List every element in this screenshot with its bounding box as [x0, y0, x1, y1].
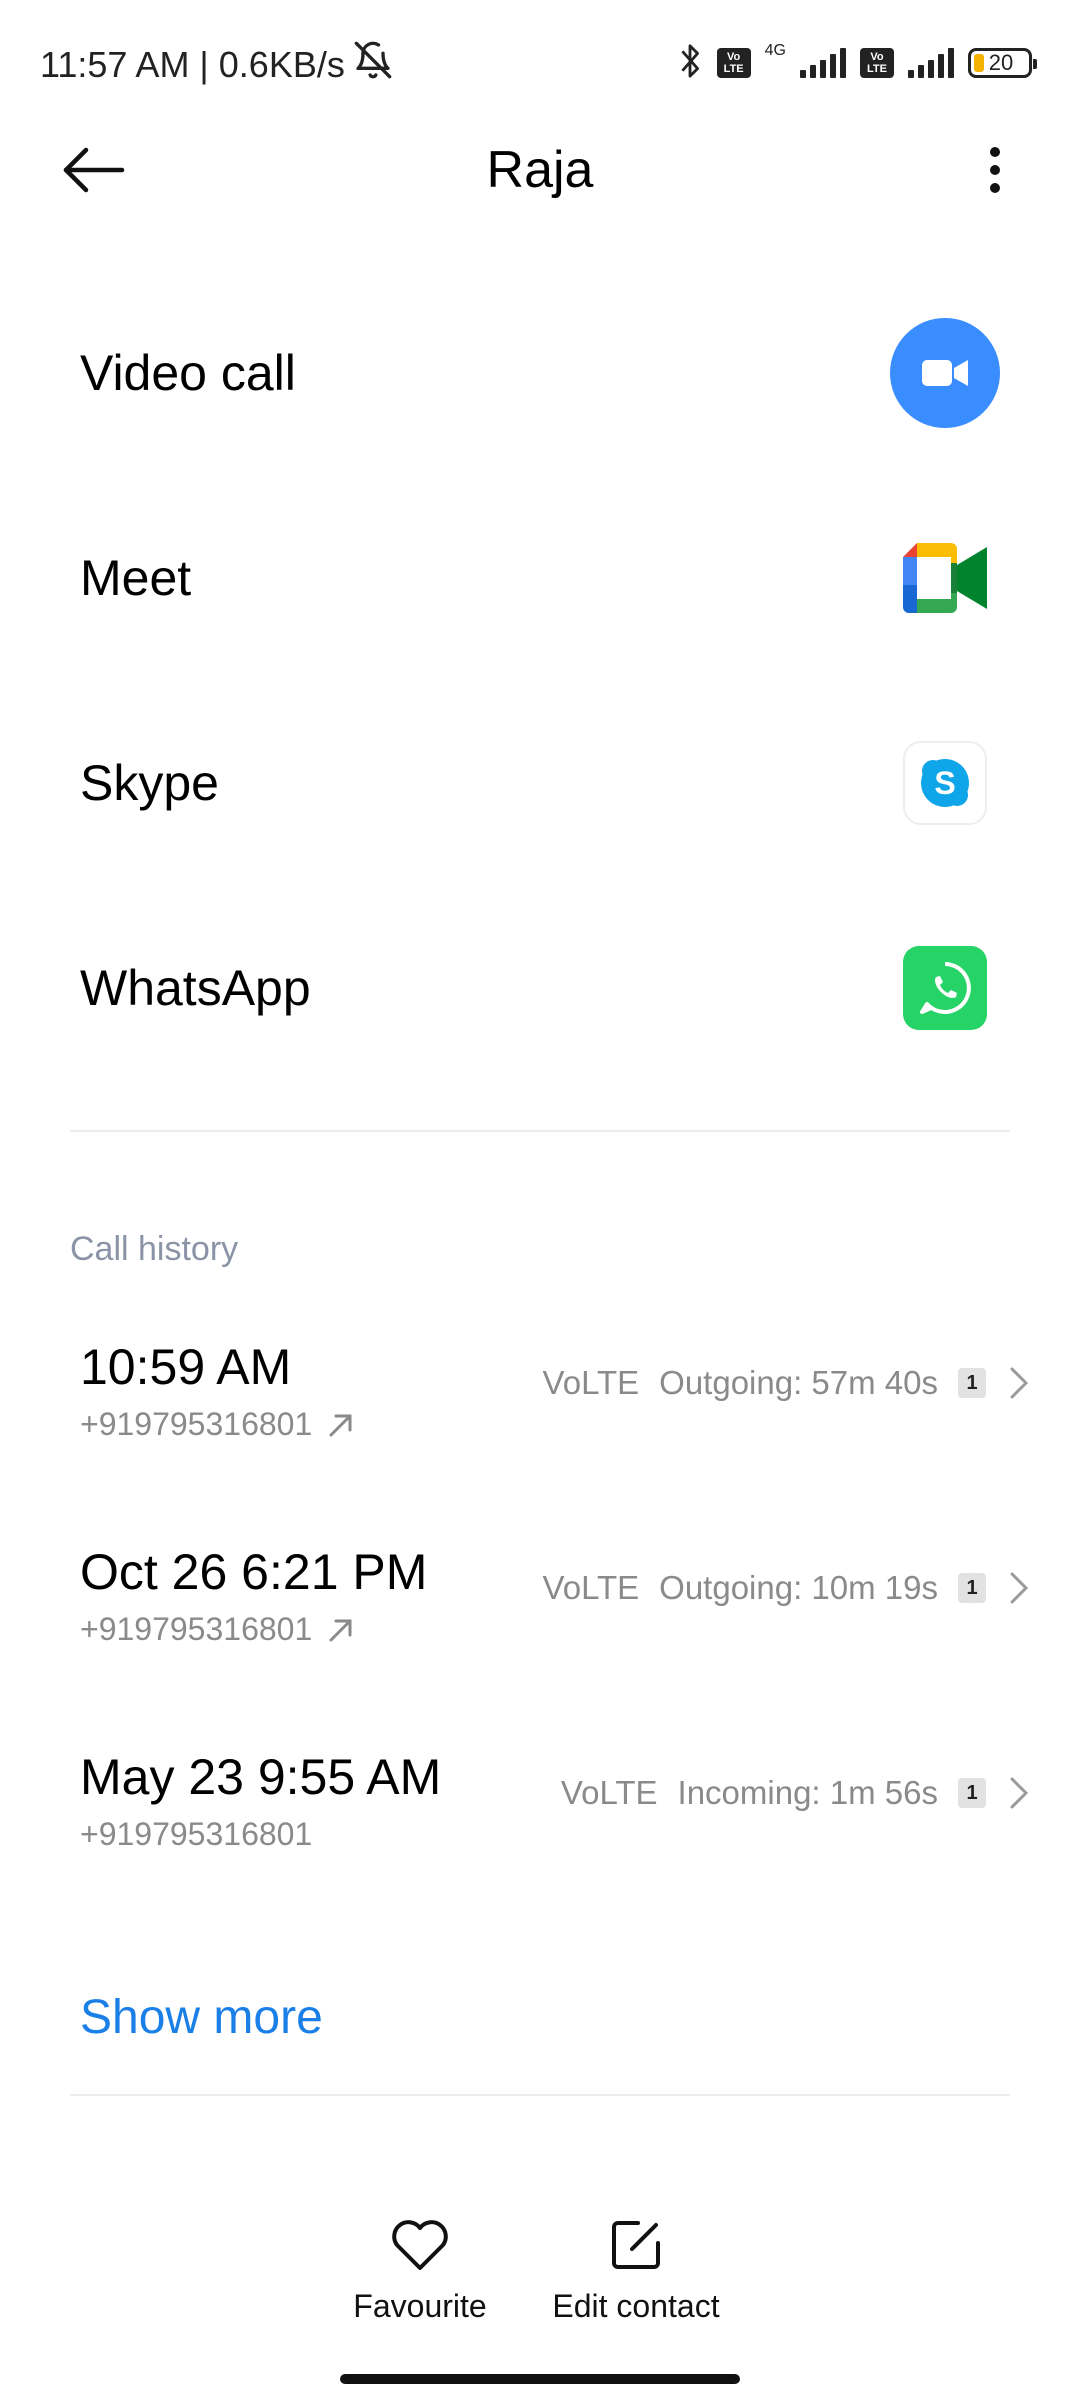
- edit-contact-label: Edit contact: [552, 2288, 720, 2324]
- sim-badge: 1: [958, 1778, 986, 1808]
- edit-icon: [516, 2210, 756, 2280]
- call-history-row[interactable]: Oct 26 6:21 PM +919795316801 VoLTE Outgo…: [0, 1493, 1080, 1693]
- favourite-label: Favourite: [353, 2288, 487, 2324]
- video-call-row[interactable]: Video call: [0, 298, 1080, 448]
- chevron-right-icon: [1010, 1777, 1029, 1809]
- edit-contact-button[interactable]: Edit contact: [516, 2210, 756, 2340]
- status-bar: 11:57 AM | 0.6KB/s Vo LTE 4G Vo LTE 20: [0, 0, 1080, 130]
- call-history-row[interactable]: May 23 9:55 AM +919795316801 VoLTE Incom…: [0, 1698, 1080, 1898]
- call-time: Oct 26 6:21 PM: [80, 1544, 428, 1600]
- network-type: 4G: [764, 42, 786, 59]
- more-vertical-icon: [990, 147, 1000, 193]
- call-details: VoLTE Outgoing: 10m 19s 1: [543, 1563, 1030, 1613]
- status-left: 11:57 AM | 0.6KB/s: [40, 40, 393, 89]
- meet-label: Meet: [80, 550, 192, 606]
- call-details: VoLTE Incoming: 1m 56s 1: [561, 1768, 1030, 1818]
- home-indicator[interactable]: [340, 2374, 740, 2384]
- chevron-right-icon: [1010, 1367, 1029, 1399]
- call-detail: Outgoing: 10m 19s: [659, 1569, 938, 1606]
- show-more-link[interactable]: Show more: [80, 1990, 323, 2045]
- volte-badge-2: Vo LTE: [860, 48, 894, 78]
- call-network: VoLTE: [560, 1774, 658, 1811]
- call-number-line: +919795316801: [80, 1406, 356, 1443]
- call-time: May 23 9:55 AM: [80, 1749, 442, 1805]
- sim-badge: 1: [958, 1573, 986, 1603]
- whatsapp-button[interactable]: [890, 933, 1000, 1043]
- call-history-title: Call history: [70, 1230, 239, 1268]
- whatsapp-label: WhatsApp: [80, 960, 311, 1016]
- skype-row[interactable]: Skype S: [0, 708, 1080, 858]
- svg-text:S: S: [934, 765, 955, 801]
- call-network: VoLTE: [542, 1364, 640, 1401]
- call-number: +919795316801: [80, 1611, 313, 1647]
- call-number: +919795316801: [80, 1406, 313, 1442]
- header: Raja: [0, 120, 1080, 220]
- call-detail: Outgoing: 57m 40s: [659, 1364, 938, 1401]
- signal-strength-icon-2: [908, 48, 954, 78]
- contact-detail-screen: 11:57 AM | 0.6KB/s Vo LTE 4G Vo LTE 20 R…: [0, 0, 1080, 2400]
- outgoing-arrow-icon: [329, 1619, 352, 1641]
- meet-row[interactable]: Meet: [0, 503, 1080, 653]
- call-network: VoLTE: [542, 1569, 640, 1606]
- status-right: Vo LTE 4G Vo LTE 20: [677, 40, 1037, 86]
- skype-icon: S: [903, 741, 987, 825]
- bottom-divider: [70, 2094, 1010, 2096]
- more-options-button[interactable]: [970, 140, 1020, 200]
- sim-badge: 1: [958, 1368, 986, 1398]
- heart-icon: [300, 2210, 540, 2280]
- call-number-line: +919795316801: [80, 1816, 312, 1853]
- chevron-right-icon: [1010, 1572, 1029, 1604]
- bluetooth-icon: [677, 41, 703, 86]
- outgoing-arrow-icon: [329, 1414, 352, 1436]
- video-camera-icon: [890, 318, 1000, 428]
- call-history-row[interactable]: 10:59 AM +919795316801 VoLTE Outgoing: 5…: [0, 1288, 1080, 1488]
- google-meet-icon: [903, 543, 987, 613]
- bell-off-icon: [353, 40, 393, 89]
- meet-button[interactable]: [890, 523, 1000, 633]
- skype-label: Skype: [80, 755, 219, 811]
- contact-name-title: Raja: [486, 141, 594, 199]
- status-time-speed: 11:57 AM | 0.6KB/s: [40, 43, 345, 85]
- video-call-button[interactable]: [890, 318, 1000, 428]
- whatsapp-icon: [903, 946, 987, 1030]
- call-details: VoLTE Outgoing: 57m 40s 1: [543, 1358, 1030, 1408]
- call-time: 10:59 AM: [80, 1339, 292, 1395]
- call-detail: Incoming: 1m 56s: [677, 1774, 938, 1811]
- skype-button[interactable]: S: [890, 728, 1000, 838]
- call-number-line: +919795316801: [80, 1611, 356, 1648]
- favourite-button[interactable]: Favourite: [300, 2210, 540, 2340]
- battery-level: 20: [988, 50, 1014, 75]
- battery-icon: 20: [968, 48, 1037, 78]
- section-divider: [70, 1130, 1010, 1132]
- signal-strength-icon: [800, 48, 846, 78]
- whatsapp-row[interactable]: WhatsApp: [0, 913, 1080, 1063]
- video-call-label: Video call: [80, 345, 296, 401]
- call-number: +919795316801: [80, 1816, 313, 1852]
- volte-badge-1: Vo LTE: [716, 48, 751, 78]
